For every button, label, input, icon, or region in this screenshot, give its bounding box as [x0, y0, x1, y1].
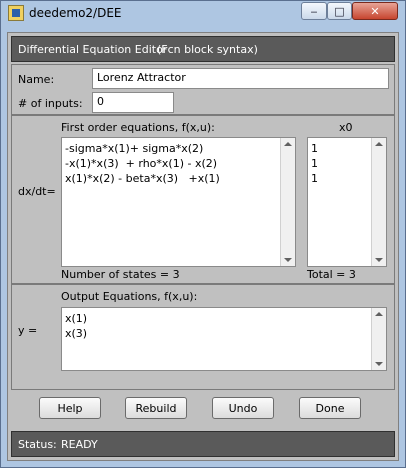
equations-panel: First order equations, f(x,u): x0 dx/dt=…: [11, 115, 395, 284]
scroll-down-icon[interactable]: [284, 258, 292, 262]
states-total: Total = 3: [307, 268, 356, 281]
status-bar: Status: READY: [11, 431, 395, 457]
done-button[interactable]: Done: [299, 397, 361, 419]
equations-text: -sigma*x(1)+ sigma*x(2) -x(1)*x(3) + rho…: [65, 142, 220, 185]
output-text: x(1) x(3): [65, 312, 88, 340]
output-textarea[interactable]: x(1) x(3): [61, 307, 387, 371]
close-button[interactable]: ✕: [352, 2, 398, 20]
title-bar[interactable]: deedemo2/DEE ‒ □ ✕: [1, 1, 405, 27]
scroll-down-icon[interactable]: [375, 258, 383, 262]
name-field[interactable]: Lorenz Attractor: [92, 68, 389, 89]
name-label: Name:: [18, 73, 55, 86]
inputs-label: # of inputs:: [18, 97, 83, 110]
x0-text: 1 1 1: [311, 142, 318, 185]
x0-textarea[interactable]: 1 1 1: [307, 137, 387, 267]
name-panel: Name: Lorenz Attractor # of inputs: 0: [11, 64, 395, 115]
dxdt-label: dx/dt=: [18, 185, 56, 198]
maximize-button[interactable]: □: [327, 2, 352, 20]
x0-scrollbar[interactable]: [371, 138, 386, 266]
output-scrollbar[interactable]: [371, 308, 386, 370]
status-value: READY: [61, 438, 98, 451]
minimize-icon: ‒: [310, 4, 318, 18]
main-window: deedemo2/DEE ‒ □ ✕ Differential Equation…: [0, 0, 406, 468]
maximize-icon: □: [334, 4, 345, 18]
matlab-app-icon: [8, 5, 24, 21]
scroll-down-icon[interactable]: [375, 362, 383, 366]
close-icon: ✕: [370, 4, 380, 18]
scroll-up-icon[interactable]: [375, 312, 383, 316]
window-title: deedemo2/DEE: [29, 6, 122, 20]
status-label: Status:: [18, 438, 57, 451]
help-button[interactable]: Help: [39, 397, 101, 419]
header-banner: Differential Equation Editor (Fcn block …: [11, 36, 395, 62]
syntax-label: (Fcn block syntax): [157, 43, 258, 56]
undo-button[interactable]: Undo: [212, 397, 274, 419]
y-label: y =: [18, 324, 38, 337]
editor-client-area: Differential Equation Editor (Fcn block …: [7, 32, 399, 461]
minimize-button[interactable]: ‒: [301, 2, 327, 20]
x0-header: x0: [339, 121, 353, 134]
output-header: Output Equations, f(x,u):: [61, 290, 198, 303]
scroll-up-icon[interactable]: [375, 142, 383, 146]
editor-title: Differential Equation Editor: [18, 43, 168, 56]
output-panel: Output Equations, f(x,u): y = x(1) x(3): [11, 284, 395, 390]
equations-textarea[interactable]: -sigma*x(1)+ sigma*x(2) -x(1)*x(3) + rho…: [61, 137, 296, 267]
inputs-field[interactable]: 0: [92, 92, 174, 113]
equations-scrollbar[interactable]: [280, 138, 295, 266]
rebuild-button[interactable]: Rebuild: [125, 397, 187, 419]
states-count: Number of states = 3: [61, 268, 180, 281]
equations-header: First order equations, f(x,u):: [61, 121, 215, 134]
scroll-up-icon[interactable]: [284, 142, 292, 146]
